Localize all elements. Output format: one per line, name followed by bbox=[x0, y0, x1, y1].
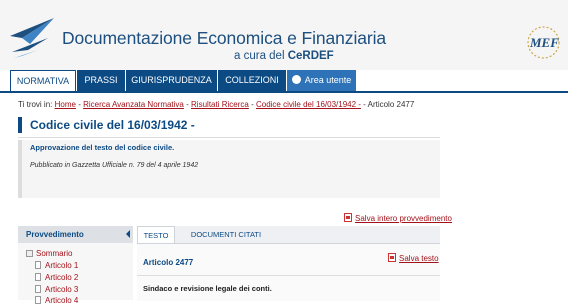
tab-collezioni[interactable]: COLLEZIONI bbox=[218, 70, 286, 91]
document-icon bbox=[35, 261, 41, 269]
save-text-link[interactable]: Salva testo bbox=[388, 253, 439, 263]
folder-icon bbox=[26, 250, 33, 257]
document-approval: Approvazione del testo del codice civile… bbox=[30, 143, 175, 152]
site-logo-icon[interactable] bbox=[8, 14, 60, 60]
breadcrumb-separator: - bbox=[186, 100, 189, 109]
content-tab-bar bbox=[137, 226, 440, 243]
collapse-arrow-icon[interactable] bbox=[126, 230, 130, 238]
breadcrumb-separator: - bbox=[78, 100, 81, 109]
tab-normativa[interactable]: NORMATIVA bbox=[10, 70, 76, 91]
article-title: Articolo 2477 bbox=[143, 258, 194, 267]
page-title: Codice civile del 16/03/1942 - bbox=[30, 118, 195, 132]
tab-giurisprudenza[interactable]: GIURISPRUDENZA bbox=[126, 70, 217, 91]
breadcrumb-home[interactable]: Home bbox=[55, 100, 76, 109]
save-full-document-link[interactable]: Salva intero provvedimento bbox=[344, 213, 452, 223]
subtitle-brand: CeRDEF bbox=[287, 50, 334, 62]
document-icon bbox=[35, 273, 41, 281]
tree-item-articolo-4[interactable]: Articolo 4 bbox=[35, 296, 78, 305]
title-accent-bar bbox=[18, 117, 22, 133]
tree-item-label: Articolo 1 bbox=[45, 261, 79, 270]
tab-documenti-citati[interactable]: DOCUMENTI CITATI bbox=[186, 226, 266, 243]
breadcrumb-codice-civile[interactable]: Codice civile del 16/03/1942 - bbox=[256, 100, 361, 109]
breadcrumb-ricerca-avanzata[interactable]: Ricerca Avanzata Normativa bbox=[83, 100, 184, 109]
breadcrumb-current: Articolo 2477 bbox=[367, 100, 415, 109]
breadcrumb: Ti trovi in: Home - Ricerca Avanzata Nor… bbox=[18, 100, 414, 109]
main-nav: NORMATIVA PRASSI GIURISPRUDENZA COLLEZIO… bbox=[0, 70, 568, 93]
pdf-icon bbox=[388, 253, 396, 262]
tab-area-utente-label: Area utente bbox=[304, 75, 352, 85]
tree-item-label: Sommario bbox=[36, 249, 73, 258]
save-text-label: Salva testo bbox=[399, 254, 439, 263]
breadcrumb-separator: - bbox=[363, 100, 366, 109]
breadcrumb-separator: - bbox=[251, 100, 254, 109]
site-title: Documentazione Economica e Finanziaria bbox=[62, 28, 387, 48]
tab-area-utente[interactable]: Area utente bbox=[287, 70, 356, 91]
sidebar-title: Provvedimento bbox=[26, 230, 84, 239]
tree-item-sommario[interactable]: Sommario bbox=[26, 249, 72, 258]
document-icon bbox=[35, 296, 41, 304]
title-divider bbox=[18, 137, 440, 138]
tree-item-articolo-1[interactable]: Articolo 1 bbox=[35, 261, 78, 270]
article-divider bbox=[137, 275, 440, 276]
tree-item-articolo-3[interactable]: Articolo 3 bbox=[35, 285, 78, 294]
tree-item-label: Articolo 2 bbox=[45, 273, 79, 282]
tree-item-label: Articolo 3 bbox=[45, 285, 79, 294]
tab-testo[interactable]: TESTO bbox=[137, 226, 175, 243]
mef-logo-text: MEF bbox=[530, 35, 559, 50]
tree-item-label: Articolo 4 bbox=[45, 296, 79, 305]
breadcrumb-prefix: Ti trovi in: bbox=[18, 100, 53, 109]
subtitle-prefix: a cura del bbox=[234, 50, 288, 62]
save-full-document-label: Salva intero provvedimento bbox=[355, 214, 452, 223]
tab-prassi[interactable]: PRASSI bbox=[77, 70, 125, 91]
document-icon bbox=[35, 285, 41, 293]
breadcrumb-risultati[interactable]: Risultati Ricerca bbox=[191, 100, 249, 109]
article-heading: Sindaco e revisione legale dei conti. bbox=[143, 284, 272, 293]
tree-item-articolo-2[interactable]: Articolo 2 bbox=[35, 273, 78, 282]
user-icon bbox=[291, 75, 301, 84]
document-publication: Pubblicato in Gazzetta Ufficiale n. 79 d… bbox=[30, 162, 199, 169]
pdf-icon bbox=[344, 213, 352, 222]
site-subtitle: a cura del CeRDEF bbox=[234, 50, 334, 62]
